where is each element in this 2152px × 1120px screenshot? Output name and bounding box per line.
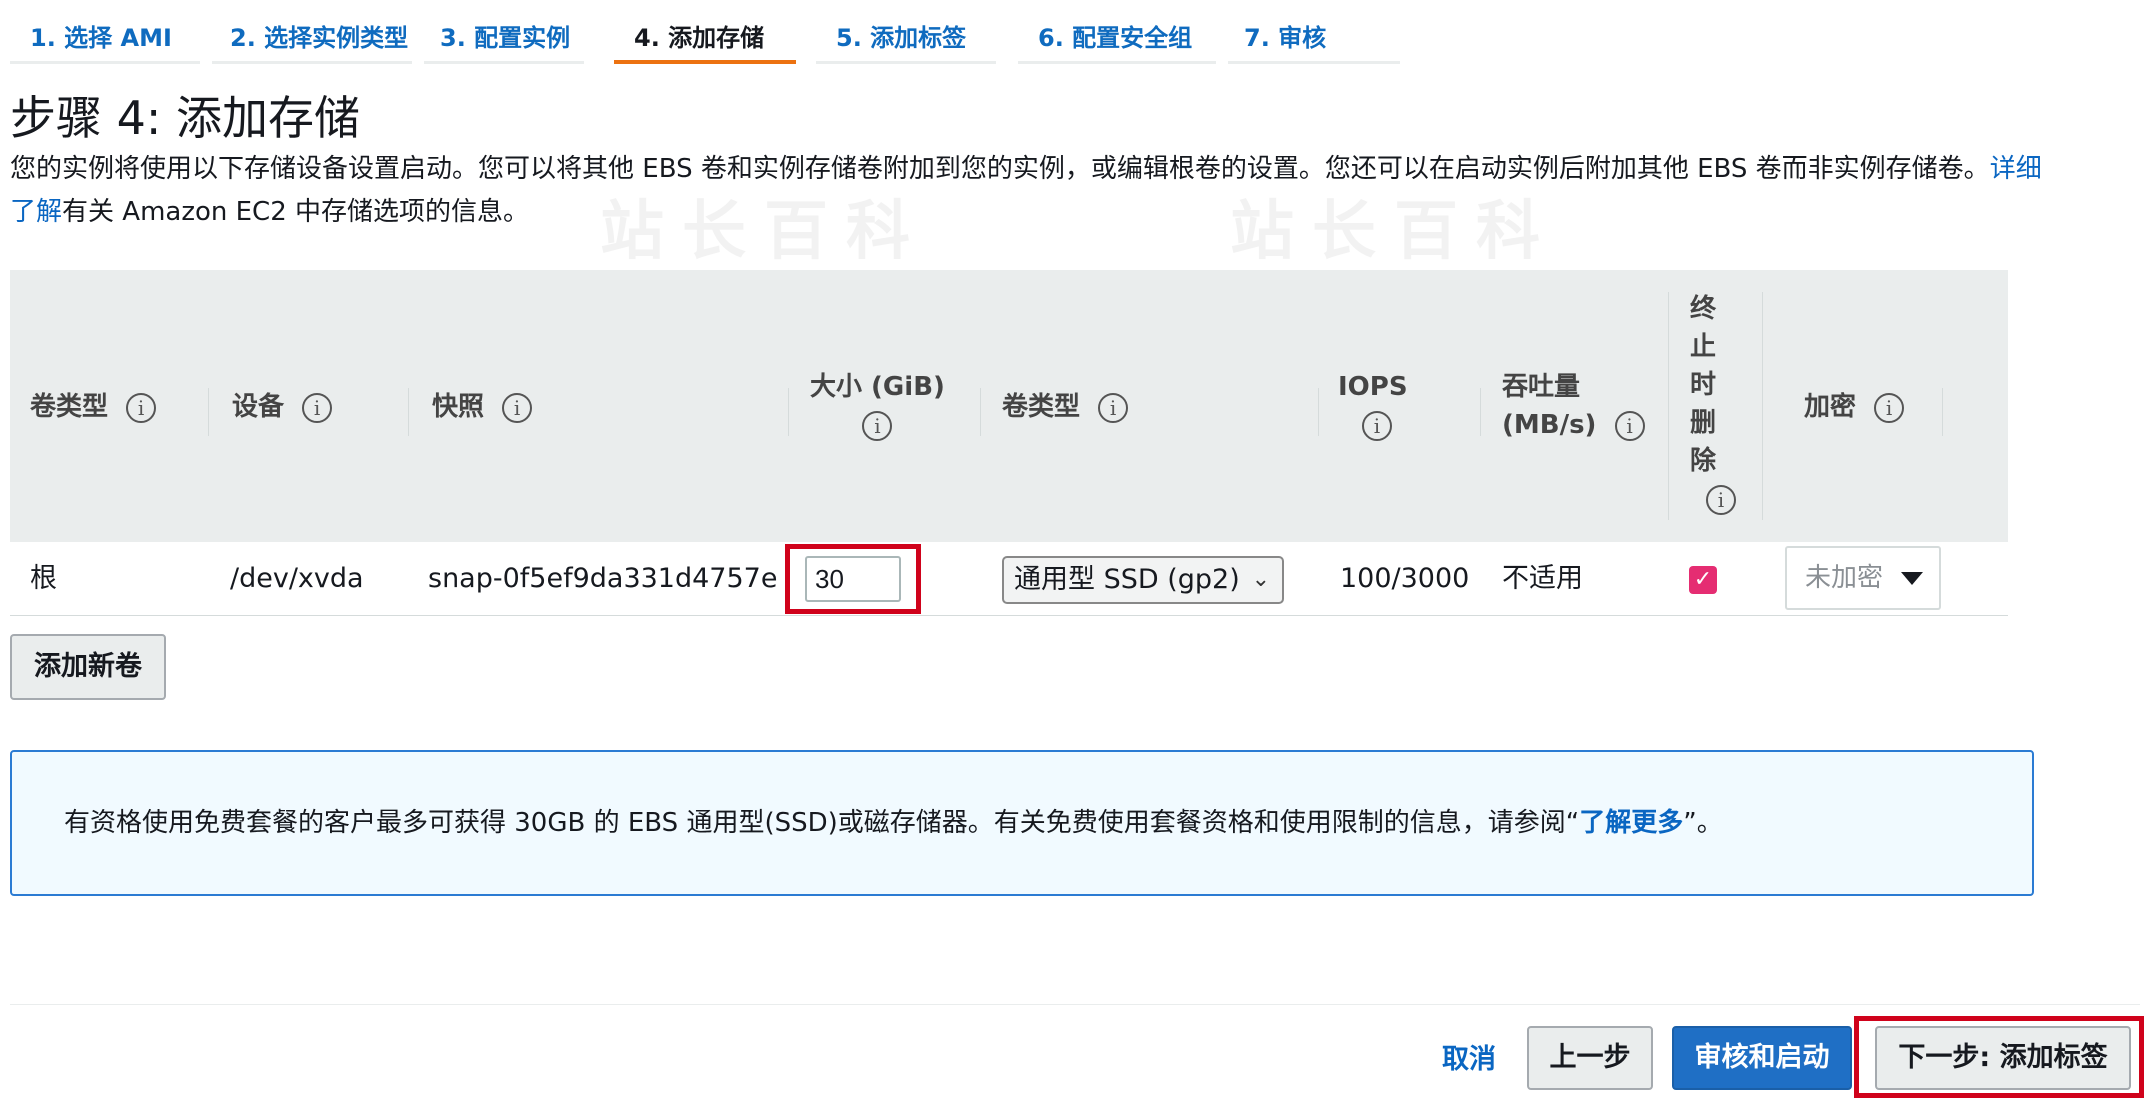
encryption-value: 未加密	[1805, 563, 1884, 593]
column-divider	[1942, 388, 1943, 436]
column-divider	[1480, 388, 1481, 436]
header-label: 除	[1690, 446, 1717, 476]
column-divider	[788, 388, 789, 436]
delete-on-termination-checkbox[interactable]: ✓	[1689, 566, 1717, 594]
cancel-link[interactable]: 取消	[1442, 1040, 1496, 1080]
header-label: 设备	[232, 392, 285, 422]
header-label: 卷类型	[1002, 392, 1081, 422]
header-volume-type: 卷类型 i	[30, 388, 157, 426]
info-circle-icon[interactable]: i	[1098, 392, 1129, 423]
header-label: 终	[1690, 294, 1717, 324]
header-encryption: 加密 i	[1804, 388, 1905, 426]
info-circle-icon[interactable]: i	[302, 392, 333, 423]
wizard-step-add-tags[interactable]: 5. 添加标签	[816, 12, 996, 64]
column-divider	[1762, 292, 1763, 520]
header-delete-on-termination: 终 止 时 删 除 i	[1690, 290, 1736, 518]
cell-iops: 100/3000	[1340, 563, 1470, 594]
info-circle-icon[interactable]: i	[862, 410, 893, 441]
wizard-step-instance-type[interactable]: 2. 选择实例类型	[212, 12, 412, 64]
info-circle-icon[interactable]: i	[1874, 392, 1905, 423]
header-label: 止	[1690, 332, 1717, 362]
wizard-step-ami[interactable]: 1. 选择 AMI	[10, 12, 200, 64]
header-ebs-type: 卷类型 i	[1002, 388, 1129, 426]
column-divider	[1318, 388, 1319, 436]
encryption-select[interactable]: 未加密	[1785, 546, 1941, 610]
cell-snapshot: snap-0f5ef9da331d4757e	[428, 563, 778, 594]
header-label: 时	[1690, 370, 1717, 400]
wizard-step-label: 1. 选择 AMI	[30, 24, 172, 52]
header-device: 设备 i	[232, 388, 333, 426]
header-iops: IOPS i	[1338, 368, 1408, 444]
review-and-launch-button[interactable]: 审核和启动	[1672, 1026, 1852, 1090]
header-label: 卷类型	[30, 392, 109, 422]
column-divider	[208, 388, 209, 436]
wizard-step-configure-instance[interactable]: 3. 配置实例	[424, 12, 584, 64]
add-volume-button[interactable]: 添加新卷	[10, 634, 166, 700]
info-circle-icon[interactable]: i	[1362, 410, 1392, 441]
table-header: 卷类型 i 设备 i 快照 i 大小 (GiB) i 卷类型 i IOPS i 吞吐…	[10, 270, 2008, 542]
header-throughput: 吞吐量 (MB/s) i	[1502, 368, 1645, 444]
column-divider	[980, 388, 981, 436]
learn-more-link[interactable]: 了解更多	[1579, 808, 1683, 838]
volume-type-value: 通用型 SSD (gp2)	[1014, 564, 1240, 595]
caret-down-icon	[1901, 572, 1923, 585]
description-text-suffix: 有关 Amazon EC2 中存储选项的信息。	[62, 197, 530, 227]
info-circle-icon[interactable]: i	[126, 392, 157, 423]
free-tier-info-box: 有资格使用免费套餐的客户最多可获得 30GB 的 EBS 通用型(SSD)或磁存…	[10, 750, 2034, 896]
wizard-step-label: 3. 配置实例	[440, 24, 571, 52]
info-circle-icon[interactable]: i	[1706, 484, 1736, 515]
volume-type-select[interactable]: 通用型 SSD (gp2) ⌄	[1002, 556, 1284, 604]
wizard-step-label: 2. 选择实例类型	[230, 24, 409, 52]
description-text: 您的实例将使用以下存储设备设置启动。您可以将其他 EBS 卷和实例存储卷附加到您…	[10, 154, 1990, 184]
wizard-step-label: 6. 配置安全组	[1038, 24, 1193, 52]
header-size: 大小 (GiB) i	[810, 368, 945, 444]
info-text: 有资格使用免费套餐的客户最多可获得 30GB 的 EBS 通用型(SSD)或磁存…	[64, 808, 1580, 838]
wizard-step-add-storage[interactable]: 4. 添加存储	[614, 12, 796, 64]
header-label: 快照	[432, 392, 485, 422]
column-divider	[408, 388, 409, 436]
wizard-step-security-group[interactable]: 6. 配置安全组	[1018, 12, 1216, 64]
info-text-suffix: ”。	[1683, 808, 1723, 838]
watermark: 站长百科	[1230, 195, 1558, 269]
header-label: (MB/s)	[1502, 410, 1597, 440]
wizard-step-label: 5. 添加标签	[836, 24, 967, 52]
table-row: 根 /dev/xvda snap-0f5ef9da331d4757e 30 通用…	[10, 542, 2008, 616]
cell-throughput: 不适用	[1502, 563, 1583, 594]
header-snapshot: 快照 i	[432, 388, 533, 426]
watermark: 站长百科	[600, 195, 928, 269]
cell-device: /dev/xvda	[230, 563, 364, 594]
storage-table: 卷类型 i 设备 i 快照 i 大小 (GiB) i 卷类型 i IOPS i 吞吐…	[10, 270, 2008, 616]
next-add-tags-button[interactable]: 下一步: 添加标签	[1875, 1026, 2131, 1090]
page-title: 步骤 4: 添加存储	[10, 91, 361, 145]
header-label: 加密	[1804, 392, 1857, 422]
size-input[interactable]: 30	[805, 556, 901, 602]
previous-button[interactable]: 上一步	[1527, 1026, 1653, 1090]
chevron-down-icon: ⌄	[1251, 567, 1270, 592]
cell-volume-type: 根	[30, 563, 57, 594]
checkmark-icon: ✓	[1693, 567, 1713, 592]
info-circle-icon[interactable]: i	[502, 392, 533, 423]
wizard-step-label: 4. 添加存储	[634, 24, 765, 52]
wizard-step-label: 7. 审核	[1244, 24, 1327, 52]
info-circle-icon[interactable]: i	[1614, 410, 1645, 441]
page-description: 您的实例将使用以下存储设备设置启动。您可以将其他 EBS 卷和实例存储卷附加到您…	[10, 148, 2050, 234]
header-label: 大小 (GiB)	[810, 372, 945, 402]
footer-divider	[10, 1004, 2140, 1005]
header-label: 删	[1690, 408, 1717, 438]
wizard-step-review[interactable]: 7. 审核	[1228, 12, 1400, 64]
wizard-steps: 1. 选择 AMI 2. 选择实例类型 3. 配置实例 4. 添加存储 5. 添…	[10, 12, 1400, 64]
column-divider	[1668, 292, 1669, 520]
header-label: IOPS	[1338, 372, 1408, 402]
header-label: 吞吐量	[1502, 372, 1581, 402]
